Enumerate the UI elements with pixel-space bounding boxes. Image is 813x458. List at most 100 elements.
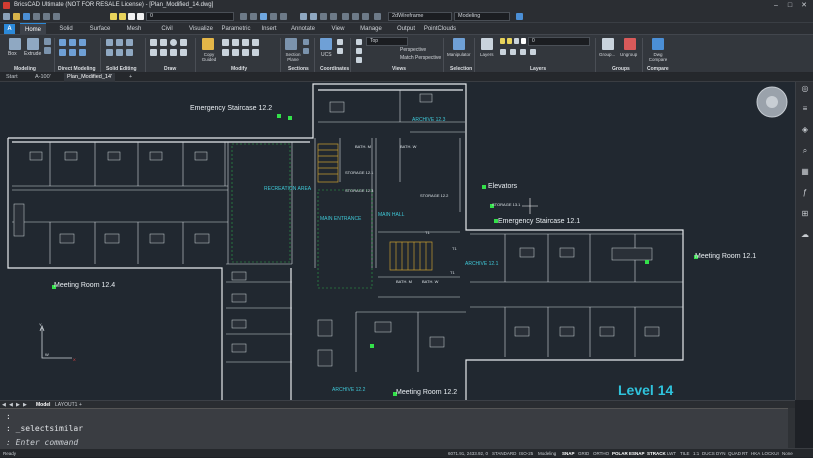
- layers-label[interactable]: Layers: [480, 52, 494, 57]
- move-icon[interactable]: [222, 39, 229, 46]
- area-label-main-hall[interactable]: MAIN HALL: [378, 212, 405, 218]
- tab-surface[interactable]: Surface: [86, 23, 114, 35]
- structure-icon[interactable]: ⊞: [800, 209, 810, 219]
- cloud-icon[interactable]: ☁: [800, 230, 810, 240]
- 3d-box-icon[interactable]: [300, 13, 307, 20]
- minimize-button[interactable]: –: [770, 0, 782, 11]
- formula-icon[interactable]: ƒ: [800, 188, 810, 198]
- dwg-compare-icon[interactable]: [652, 38, 664, 50]
- extrude-icon[interactable]: [27, 38, 39, 50]
- push-pull-icon[interactable]: [59, 39, 66, 46]
- tab-mesh[interactable]: Mesh: [122, 23, 146, 35]
- maximize-button[interactable]: □: [784, 0, 796, 11]
- attach-icon[interactable]: ⌕: [800, 146, 810, 156]
- dwg-compare-label[interactable]: Dwg Compare: [648, 52, 668, 62]
- command-scrollbar[interactable]: [788, 408, 795, 448]
- layer-swatch-icon[interactable]: [137, 13, 144, 20]
- tab-civil[interactable]: Civil: [156, 23, 178, 35]
- layer-dropdown[interactable]: 0: [528, 37, 590, 46]
- tab-view[interactable]: View: [326, 23, 350, 35]
- section-plane-icon[interactable]: [285, 38, 297, 50]
- tab-parametric[interactable]: Parametric: [220, 23, 252, 35]
- area-label-t1[interactable]: T1: [425, 230, 430, 235]
- copy-guided-label[interactable]: Copy Guided: [198, 52, 220, 62]
- offset-icon[interactable]: [242, 49, 249, 56]
- cylinder-icon[interactable]: [310, 13, 317, 20]
- layer-select[interactable]: 0: [146, 12, 234, 21]
- arc-icon[interactable]: [180, 39, 187, 46]
- view-top-select[interactable]: Top: [366, 37, 408, 46]
- redo-icon[interactable]: [43, 13, 50, 20]
- sun-icon[interactable]: [119, 13, 126, 20]
- box-button-label[interactable]: Box: [8, 51, 17, 57]
- slice-icon[interactable]: [106, 49, 113, 56]
- area-label-t1-c[interactable]: T1: [450, 270, 455, 275]
- text-icon[interactable]: [170, 49, 177, 56]
- layer-color-swatch-icon[interactable]: [521, 38, 526, 44]
- scale-icon[interactable]: [242, 39, 249, 46]
- room-label-emergency-staircase-12-2[interactable]: Emergency Staircase 12.2: [190, 105, 272, 112]
- hints-icon[interactable]: ◎: [800, 84, 810, 94]
- section-plane-label[interactable]: Section Plane: [282, 52, 304, 62]
- measure-icon[interactable]: [240, 13, 247, 20]
- room-label-meeting-room-12-4[interactable]: Meeting Room 12.4: [54, 282, 115, 289]
- area-label-storage-12-3[interactable]: STORAGE 12.3: [345, 188, 374, 193]
- area-label-archive-12-3[interactable]: ARCHIVE 12.3: [412, 117, 446, 123]
- close-button[interactable]: ✕: [798, 0, 810, 11]
- room-label-meeting-room-12-2[interactable]: Meeting Room 12.2: [396, 389, 457, 396]
- new-tab-button[interactable]: +: [126, 73, 135, 82]
- offset-face-icon[interactable]: [59, 49, 66, 56]
- open-file-icon[interactable]: [13, 13, 20, 20]
- manipulator-icon[interactable]: [453, 38, 465, 50]
- room-label-elevators[interactable]: Elevators: [488, 183, 518, 190]
- move-face-icon[interactable]: [69, 39, 76, 46]
- app-menu-button[interactable]: A: [4, 24, 15, 34]
- tab-insert[interactable]: Insert: [256, 23, 282, 35]
- area-label-bath-w-2[interactable]: BATH. W: [422, 279, 439, 284]
- layer-tool-icon[interactable]: [520, 49, 526, 55]
- properties-panel-icon[interactable]: ≡: [800, 104, 810, 114]
- line-icon[interactable]: [150, 39, 157, 46]
- layers-panel-icon[interactable]: ◈: [800, 125, 810, 135]
- tab-output[interactable]: Output: [392, 23, 420, 35]
- view-cube-icon[interactable]: [356, 48, 362, 54]
- circle-icon[interactable]: [170, 39, 177, 46]
- layer-lock-icon[interactable]: [514, 38, 519, 44]
- area-label-storage-12-1[interactable]: STORAGE 12.1: [345, 170, 374, 175]
- extrude-button-label[interactable]: Extrude: [24, 51, 41, 57]
- mirror-icon[interactable]: [252, 39, 259, 46]
- layers-icon[interactable]: [481, 38, 493, 50]
- rotate-icon[interactable]: [232, 39, 239, 46]
- tab-manage[interactable]: Manage: [356, 23, 386, 35]
- area-label-main-entrance[interactable]: MAIN ENTRANCE: [320, 216, 362, 222]
- erase-icon[interactable]: [252, 49, 259, 56]
- extend-icon[interactable]: [232, 49, 239, 56]
- image-icon[interactable]: [342, 13, 349, 20]
- hatch-icon[interactable]: [160, 49, 167, 56]
- command-line[interactable]: : : _selectsimilar : Enter command: [0, 408, 795, 448]
- rectangle-icon[interactable]: [150, 49, 157, 56]
- box-icon[interactable]: [9, 38, 21, 50]
- tab-home[interactable]: Home: [20, 23, 46, 35]
- view-cube-icon[interactable]: [356, 39, 362, 45]
- polyline-icon[interactable]: [160, 39, 167, 46]
- pan-icon[interactable]: [362, 13, 369, 20]
- layer-tool-icon[interactable]: [510, 49, 516, 55]
- doc-tab-a100[interactable]: A-100': [32, 73, 54, 82]
- ucs-icon[interactable]: [320, 38, 332, 50]
- solid-tool-icon[interactable]: [44, 38, 51, 45]
- save-icon[interactable]: [23, 13, 30, 20]
- ucs-label[interactable]: UCS: [321, 52, 332, 58]
- library-icon[interactable]: ▦: [800, 167, 810, 177]
- render-icon[interactable]: [260, 13, 267, 20]
- drawing-info-icon[interactable]: [280, 13, 287, 20]
- visual-style-select[interactable]: 2dWireframe: [388, 12, 452, 21]
- area-label-recreation[interactable]: RECREATION AREA: [264, 186, 312, 192]
- tab-visualize[interactable]: Visualize: [186, 23, 216, 35]
- new-file-icon[interactable]: [3, 13, 10, 20]
- area-label-storage-12-2[interactable]: STORAGE 12.2: [420, 193, 449, 198]
- taper-face-icon[interactable]: [69, 49, 76, 56]
- union-icon[interactable]: [106, 39, 113, 46]
- area-label-bath-m[interactable]: BATH. M: [355, 144, 371, 149]
- ucs-tool-icon[interactable]: [337, 48, 343, 54]
